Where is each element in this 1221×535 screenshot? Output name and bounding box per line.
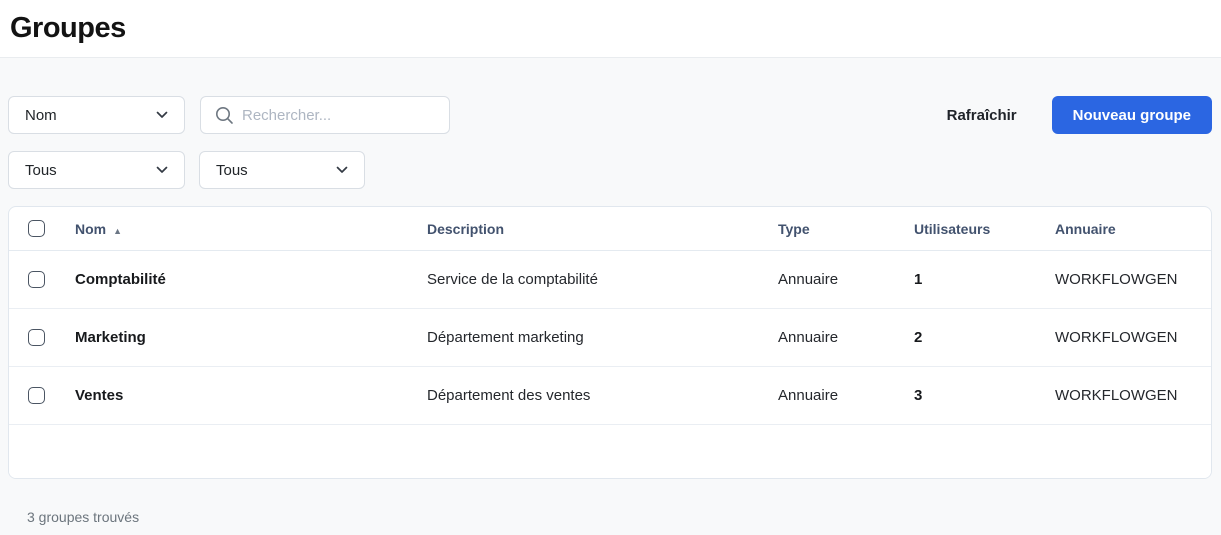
directory-filter-select[interactable]: Tous: [199, 151, 365, 189]
table-header-row: Nom ▲ Description Type Utilisateurs Annua…: [9, 207, 1211, 251]
column-header-utilisateurs[interactable]: Utilisateurs: [914, 221, 1055, 237]
chevron-down-icon: [336, 166, 348, 174]
row-checkbox[interactable]: [28, 271, 45, 288]
toolbar-row-2: Tous Tous: [8, 151, 1212, 189]
column-header-type[interactable]: Type: [778, 221, 914, 237]
group-description: Département des ventes: [427, 387, 778, 404]
table-empty-footer: [9, 425, 1211, 478]
group-directory: WORKFLOWGEN: [1055, 387, 1211, 404]
chevron-down-icon: [156, 166, 168, 174]
search-box: [200, 96, 450, 134]
group-directory: WORKFLOWGEN: [1055, 329, 1211, 346]
group-users-count: 2: [914, 329, 1055, 346]
group-directory: WORKFLOWGEN: [1055, 271, 1211, 288]
group-name[interactable]: Ventes: [75, 387, 427, 404]
new-group-button[interactable]: Nouveau groupe: [1052, 96, 1212, 134]
group-users-count: 1: [914, 271, 1055, 288]
page-header: Groupes: [0, 0, 1221, 58]
row-checkbox[interactable]: [28, 387, 45, 404]
row-checkbox-cell: [9, 329, 75, 346]
chevron-down-icon: [156, 111, 168, 119]
groups-table: Nom ▲ Description Type Utilisateurs Annua…: [8, 206, 1212, 479]
search-input[interactable]: [242, 107, 441, 124]
search-field-select[interactable]: Nom: [8, 96, 185, 134]
row-checkbox[interactable]: [28, 329, 45, 346]
row-checkbox-cell: [9, 271, 75, 288]
search-field-select-value: Nom: [25, 107, 57, 124]
results-count: 3 groupes trouvés: [27, 509, 1212, 525]
main-content: Nom Rafraîchir Nouveau groupe Tous Tous …: [0, 58, 1221, 535]
group-name[interactable]: Comptabilité: [75, 271, 427, 288]
sort-ascending-icon: ▲: [113, 226, 122, 236]
search-icon: [215, 106, 234, 125]
column-header-annuaire[interactable]: Annuaire: [1055, 221, 1211, 237]
column-header-nom-label: Nom: [75, 221, 106, 237]
table-row[interactable]: Marketing Département marketing Annuaire…: [9, 309, 1211, 367]
group-description: Service de la comptabilité: [427, 271, 778, 288]
header-checkbox-cell: [9, 220, 75, 237]
group-description: Département marketing: [427, 329, 778, 346]
type-filter-select[interactable]: Tous: [8, 151, 185, 189]
column-header-description[interactable]: Description: [427, 221, 778, 237]
table-row[interactable]: Ventes Département des ventes Annuaire 3…: [9, 367, 1211, 425]
group-type: Annuaire: [778, 271, 914, 288]
directory-filter-value: Tous: [216, 162, 248, 179]
group-type: Annuaire: [778, 387, 914, 404]
row-checkbox-cell: [9, 387, 75, 404]
refresh-button[interactable]: Rafraîchir: [943, 99, 1021, 132]
group-type: Annuaire: [778, 329, 914, 346]
column-header-nom[interactable]: Nom ▲: [75, 221, 427, 237]
group-name[interactable]: Marketing: [75, 329, 427, 346]
table-row[interactable]: Comptabilité Service de la comptabilité …: [9, 251, 1211, 309]
group-users-count: 3: [914, 387, 1055, 404]
toolbar-row-1: Nom Rafraîchir Nouveau groupe: [8, 96, 1212, 134]
page-title: Groupes: [10, 12, 126, 45]
select-all-checkbox[interactable]: [28, 220, 45, 237]
type-filter-value: Tous: [25, 162, 57, 179]
